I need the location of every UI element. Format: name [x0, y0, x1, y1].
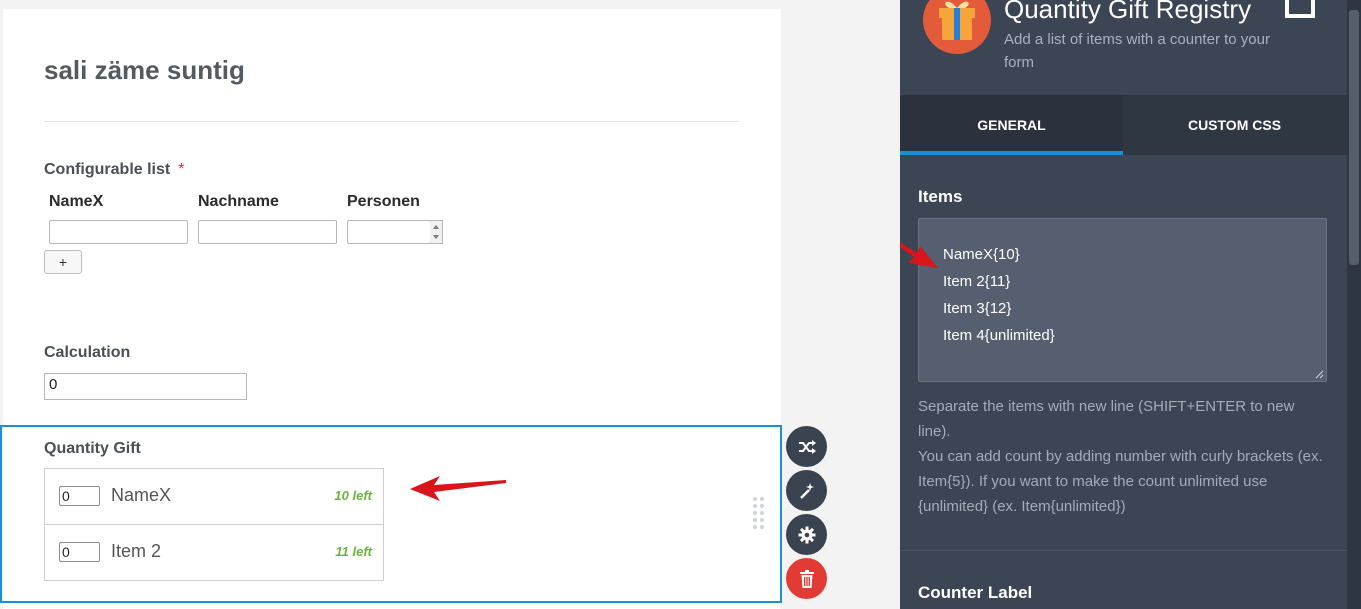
personen-input[interactable] [347, 220, 431, 244]
quantity-item-name: Item 2 [111, 541, 162, 561]
section-divider [900, 550, 1347, 551]
help-line-2: You can add count by adding number with … [918, 448, 1323, 515]
spinner-up-icon[interactable] [433, 225, 439, 229]
quantity-gift-table: 0 NameX 10 left 0 Item 2 11 left [44, 468, 384, 581]
export-icon[interactable] [1284, 0, 1316, 22]
configurable-list-label-text: Configurable list [44, 161, 171, 178]
tab-general[interactable]: GENERAL [900, 95, 1123, 155]
configurable-list-label: Configurable list * [44, 161, 184, 179]
items-line: NameX{10} [943, 246, 1020, 263]
settings-button[interactable] [786, 514, 827, 555]
shuffle-button[interactable] [786, 426, 827, 467]
personen-spinner[interactable] [430, 220, 443, 244]
widget-title: Quantity Gift Registry [1004, 0, 1252, 24]
quantity-item-name: NameX [111, 485, 172, 505]
drag-handle-icon[interactable] [753, 497, 765, 531]
counter-label-heading: Counter Label [918, 583, 1033, 602]
quantity-left-badge: 11 left [335, 544, 372, 559]
annotation-arrow [900, 242, 938, 268]
help-line-1: Separate the items with new line (SHIFT+… [918, 398, 1295, 440]
quantity-left-badge: 10 left [334, 488, 372, 503]
settings-tabs: GENERAL CUSTOM CSS [900, 95, 1347, 155]
widget-subtitle: Add a list of items with a counter to yo… [1004, 31, 1270, 71]
magic-wand-icon [799, 482, 814, 499]
shuffle-icon [798, 439, 816, 454]
trash-icon [799, 569, 814, 588]
required-star: * [178, 161, 185, 178]
scrollbar-thumb[interactable] [1349, 10, 1359, 265]
quantity-count-input[interactable]: 0 [59, 486, 100, 506]
items-heading: Items [918, 187, 963, 206]
quantity-count-input[interactable]: 0 [59, 542, 100, 562]
quantity-gift-row: 0 Item 2 11 left [45, 525, 383, 581]
items-line: Item 2{11} [943, 273, 1011, 290]
wizard-button[interactable] [786, 470, 827, 511]
column-header-namex: NameX [49, 193, 104, 210]
calculation-input[interactable]: 0 [44, 373, 247, 400]
nachname-input[interactable] [198, 220, 337, 244]
quantity-gift-row: 0 NameX 10 left [45, 469, 383, 525]
namex-input[interactable] [49, 220, 188, 244]
items-line: Item 3{12} [943, 300, 1012, 317]
delete-button[interactable] [786, 558, 827, 599]
items-line: Item 4{unlimited} [943, 327, 1055, 344]
column-header-nachname: Nachname [198, 193, 279, 210]
column-header-personen: Personen [347, 193, 420, 210]
calculation-label: Calculation [44, 344, 131, 361]
resize-grip-icon[interactable] [1315, 370, 1324, 379]
items-textarea[interactable]: NameX{10} Item 2{11} Item 3{12} Item 4{u… [918, 218, 1327, 382]
annotation-arrow [410, 476, 506, 501]
spinner-down-icon[interactable] [433, 235, 439, 239]
quantity-gift-label: Quantity Gift [44, 440, 141, 457]
widget-settings-panel: Quantity Gift Registry Add a list of ite… [900, 0, 1347, 609]
gear-icon [798, 526, 815, 543]
title-divider [44, 121, 739, 122]
gift-widget-icon [923, 0, 991, 54]
items-help-text: Separate the items with new line (SHIFT+… [918, 394, 1323, 519]
tab-custom-css[interactable]: CUSTOM CSS [1123, 95, 1346, 155]
form-title[interactable]: sali zäme suntig [44, 55, 245, 86]
panel-scrollbar[interactable] [1347, 0, 1361, 609]
add-row-button[interactable]: + [44, 250, 82, 274]
